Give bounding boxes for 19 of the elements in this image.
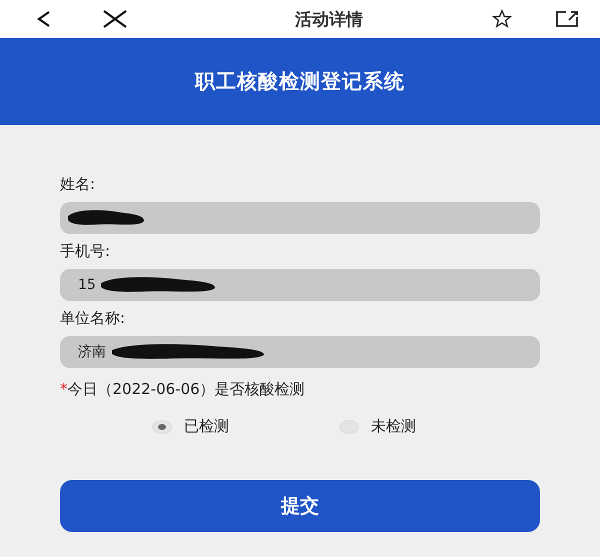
input-field[interactable]: 济南 — [60, 336, 540, 368]
page-title: 活动详情 — [294, 8, 364, 30]
input-field[interactable] — [60, 202, 540, 234]
star-icon[interactable] — [490, 8, 514, 30]
input-field[interactable]: 15 — [60, 269, 540, 301]
submit-button[interactable]: 提交 — [60, 480, 540, 532]
field-value: 15 — [78, 277, 96, 293]
required-mark: * — [60, 380, 68, 398]
system-title: 职工核酸检测登记系统 — [195, 68, 405, 95]
radio-option[interactable]: 已检测 — [152, 417, 229, 436]
radio-button[interactable] — [152, 420, 172, 434]
field-value: 济南 — [78, 343, 106, 361]
question-text: 今日（2022-06-06）是否核酸检测 — [68, 380, 305, 398]
field-label: 姓名: — [60, 175, 96, 195]
close-icon[interactable] — [102, 9, 128, 29]
field-label: 手机号: — [60, 242, 112, 262]
radio-option[interactable]: 未检测 — [339, 417, 416, 436]
field-label: 单位名称: — [60, 309, 126, 329]
share-icon[interactable] — [554, 9, 580, 29]
